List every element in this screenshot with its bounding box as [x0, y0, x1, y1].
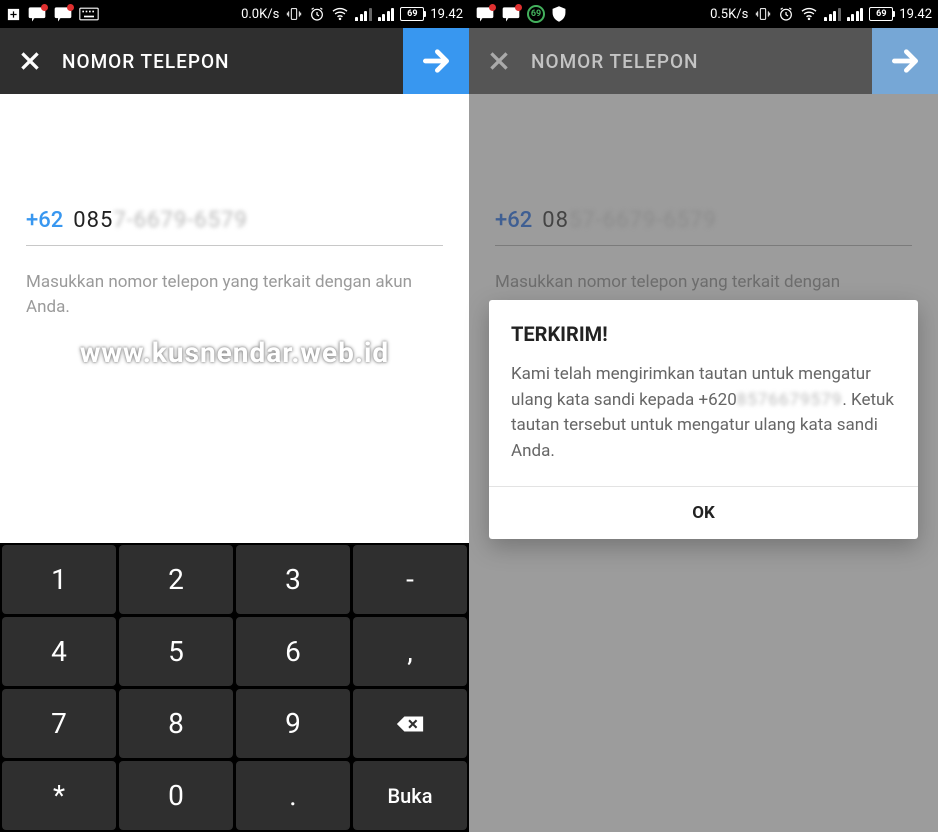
watermark: www.kusnendar.web.id: [0, 336, 469, 369]
phone-left: 0.0K/s 69 19.42 NOMOR TELEPON +62 0: [0, 0, 469, 832]
key-2[interactable]: 2: [119, 545, 233, 614]
numeric-keypad: 1 2 3 - 4 5 6 , 7 8 9 * 0: [0, 543, 469, 832]
vibrate-icon: [285, 6, 303, 22]
signal-1-icon: [355, 7, 372, 21]
network-speed: 0.0K/s: [241, 7, 279, 22]
dialog-body: Kami telah mengirimkan tautan untuk meng…: [489, 356, 918, 486]
dialog-title: TERKIRIM!: [489, 300, 918, 356]
wifi-icon: [331, 7, 349, 21]
key-star[interactable]: *: [2, 761, 116, 830]
signal-1-icon: [824, 7, 841, 21]
battery-text: 69: [876, 9, 886, 19]
keyboard-icon: [79, 7, 99, 21]
plus-icon: [6, 7, 21, 22]
close-icon: [486, 48, 512, 74]
page-title: NOMOR TELEPON: [529, 50, 872, 73]
key-dash[interactable]: -: [353, 545, 467, 614]
key-4[interactable]: 4: [2, 617, 116, 686]
battery-text: 69: [407, 9, 417, 19]
alarm-icon: [309, 6, 325, 22]
bbm-icon-2: [53, 5, 73, 23]
bbm-icon: [27, 5, 47, 23]
submit-button[interactable]: [403, 28, 469, 94]
wifi-icon: [800, 7, 818, 21]
status-bar: 0.0K/s 69 19.42: [0, 0, 469, 28]
signal-2-icon: [847, 7, 864, 21]
arrow-right-icon: [420, 45, 452, 77]
vibrate-icon: [754, 6, 772, 22]
key-1[interactable]: 1: [2, 545, 116, 614]
battery-icon: 69: [869, 7, 893, 21]
status-bar: 69 0.5K/s 69 19.42: [469, 0, 938, 28]
key-period[interactable]: .: [236, 761, 350, 830]
phone-input: +62 0857-6679-6579: [495, 130, 912, 246]
form-area: +62 0857-6679-6579 Masukkan nomor telepo…: [469, 94, 938, 295]
close-button[interactable]: [0, 28, 60, 94]
page-title: NOMOR TELEPON: [60, 50, 403, 73]
key-5[interactable]: 5: [119, 617, 233, 686]
form-area: +62 0857-6679-6579 Masukkan nomor telepo…: [0, 94, 469, 319]
badge-icon: 69: [527, 5, 545, 23]
bbm-icon: [475, 5, 495, 23]
key-backspace[interactable]: [353, 689, 467, 758]
dialog-sent: TERKIRIM! Kami telah mengirimkan tautan …: [489, 300, 918, 539]
phone-number: 0857-6679-6579: [542, 208, 717, 233]
arrow-right-icon: [889, 45, 921, 77]
key-9[interactable]: 9: [236, 689, 350, 758]
close-icon: [17, 48, 43, 74]
key-8[interactable]: 8: [119, 689, 233, 758]
shield-icon: [551, 5, 567, 23]
key-go[interactable]: Buka: [353, 761, 467, 830]
battery-icon: 69: [400, 7, 424, 21]
clock-time: 19.42: [430, 7, 463, 22]
key-0[interactable]: 0: [119, 761, 233, 830]
country-code: +62: [495, 208, 532, 233]
app-bar: NOMOR TELEPON: [0, 28, 469, 94]
hint-text: Masukkan nomor telepon yang terkait deng…: [495, 270, 912, 295]
dialog-actions: OK: [489, 486, 918, 539]
key-6[interactable]: 6: [236, 617, 350, 686]
ok-button[interactable]: OK: [489, 487, 918, 539]
phone-right: 69 0.5K/s 69 19.42 NOMOR TELEPON: [469, 0, 938, 832]
hint-text: Masukkan nomor telepon yang terkait deng…: [26, 270, 443, 319]
key-3[interactable]: 3: [236, 545, 350, 614]
close-button: [469, 28, 529, 94]
submit-button: [872, 28, 938, 94]
country-code: +62: [26, 208, 63, 233]
key-comma[interactable]: ,: [353, 617, 467, 686]
phone-number: 0857-6679-6579: [73, 208, 248, 233]
phone-input[interactable]: +62 0857-6679-6579: [26, 130, 443, 246]
network-speed: 0.5K/s: [710, 7, 748, 22]
alarm-icon: [778, 6, 794, 22]
signal-2-icon: [378, 7, 395, 21]
key-7[interactable]: 7: [2, 689, 116, 758]
backspace-icon: [395, 714, 425, 734]
clock-time: 19.42: [899, 7, 932, 22]
app-bar: NOMOR TELEPON: [469, 28, 938, 94]
bbm-icon-2: [501, 5, 521, 23]
